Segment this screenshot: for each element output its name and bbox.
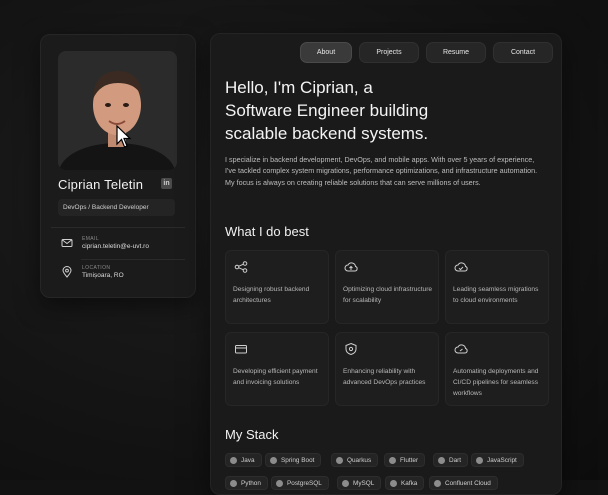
nav-projects-button[interactable]: Projects [359, 42, 419, 63]
cloud-check-icon [454, 262, 468, 272]
services-title: What I do best [225, 224, 309, 239]
nav-resume-button[interactable]: Resume [426, 42, 486, 63]
location-label: LOCATION [82, 265, 111, 271]
stack-title: My Stack [225, 427, 279, 442]
hero-headline: Hello, I'm Ciprian, a Software Engineer … [225, 76, 545, 145]
service-text: Developing efficient payment and invoici… [233, 368, 318, 386]
hero-line: Hello, I'm Ciprian, a [225, 78, 373, 97]
mouse-cursor-icon [116, 125, 132, 148]
cloud-icon [344, 262, 358, 272]
confluent-cloud-icon [434, 479, 441, 487]
intro-paragraph: I specialize in backend development, Dev… [225, 155, 538, 187]
payment-card-icon [235, 345, 247, 354]
dart-icon [438, 456, 445, 464]
service-text: Optimizing cloud infrastructure for scal… [343, 286, 433, 304]
quarkus-icon [336, 456, 343, 464]
location-row: LOCATION Timișoara, RO [61, 265, 124, 279]
stack-chip-spring-boot: Spring Boot [265, 453, 322, 467]
flutter-icon [389, 456, 396, 464]
service-tile: Optimizing cloud infrastructure for scal… [335, 250, 439, 324]
python-icon [230, 479, 237, 487]
service-text: Enhancing reliability with advanced DevO… [343, 368, 426, 386]
spring-boot-icon [270, 456, 277, 464]
profile-photo [58, 51, 177, 170]
stack-chip-quarkus: Quarkus [331, 453, 379, 467]
top-nav: About Projects Resume Contact [300, 42, 553, 63]
kafka-icon [390, 479, 397, 487]
java-icon [230, 456, 237, 464]
stack-chip-python: Python [225, 476, 268, 490]
email-value[interactable]: ciprian.teletin@e-uvt.ro [82, 243, 149, 250]
location-pin-icon [62, 266, 72, 278]
email-row[interactable]: EMAIL ciprian.teletin@e-uvt.ro [61, 236, 149, 250]
stack-chip-postgresql: PostgreSQL [271, 476, 329, 490]
service-tile: Automating deployments and CI/CD pipelin… [445, 332, 549, 406]
mysql-icon [342, 479, 349, 487]
service-text: Designing robust backend architectures [233, 286, 310, 304]
role-badge: DevOps / Backend Developer [58, 199, 175, 216]
nav-contact-button[interactable]: Contact [493, 42, 553, 63]
cloud-deploy-icon [454, 344, 468, 354]
card-divider [81, 259, 185, 260]
nodes-icon [234, 261, 248, 273]
postgresql-icon [276, 479, 283, 487]
card-divider [51, 227, 185, 228]
main-panel: About Projects Resume Contact Hello, I'm… [210, 33, 562, 495]
hero-line: Software Engineer building [225, 101, 429, 120]
stack-chip-dart: Dart [433, 453, 469, 467]
service-text: Leading seamless migrations to cloud env… [453, 286, 539, 304]
mail-icon [61, 239, 73, 247]
linkedin-icon[interactable]: in [161, 178, 172, 189]
service-tile: Leading seamless migrations to cloud env… [445, 250, 549, 324]
location-value: Timișoara, RO [82, 272, 124, 279]
service-tile: Developing efficient payment and invoici… [225, 332, 329, 406]
service-tile: Designing robust backend architectures [225, 250, 329, 324]
stack-chip-java: Java [225, 453, 262, 467]
javascript-icon [476, 456, 483, 464]
stack-chip-mysql: MySQL [337, 476, 382, 490]
nav-about-button[interactable]: About [300, 42, 352, 63]
shield-gear-icon [345, 342, 357, 356]
stack-chip-flutter: Flutter [384, 453, 426, 467]
stack-chip-confluent-cloud: Confluent Cloud [429, 476, 498, 490]
person-portrait-icon [58, 51, 177, 170]
service-text: Automating deployments and CI/CD pipelin… [453, 368, 539, 397]
hero-line: scalable backend systems. [225, 124, 429, 143]
stack-chip-javascript: JavaScript [471, 453, 524, 467]
stack-chip-kafka: Kafka [385, 476, 425, 490]
email-label: EMAIL [82, 236, 100, 242]
profile-name: Ciprian Teletin [58, 177, 144, 192]
service-tile: Enhancing reliability with advanced DevO… [335, 332, 439, 406]
profile-card: Ciprian Teletin in DevOps / Backend Deve… [40, 34, 196, 298]
